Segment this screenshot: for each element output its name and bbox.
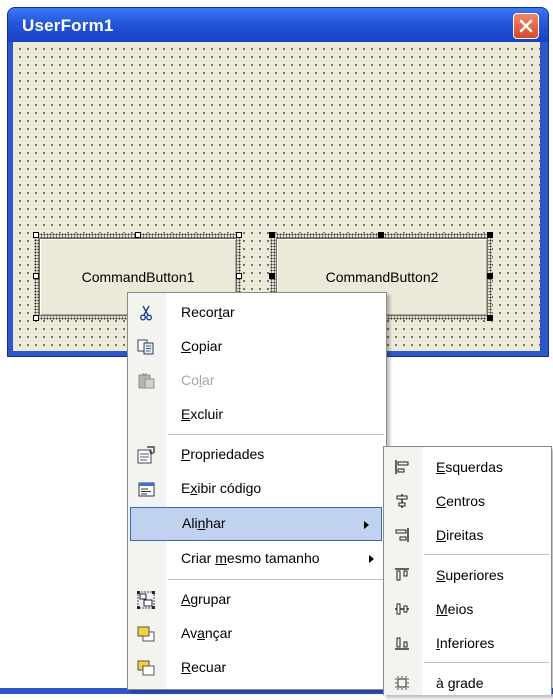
align-lefts-icon — [392, 458, 412, 476]
align-submenu: Esquerdas Centros Direitas Superiores Me… — [383, 446, 552, 695]
menu-item-label: Agrupar — [181, 591, 231, 607]
submenu-item-centers[interactable]: Centros — [384, 484, 551, 518]
menu-item-cut[interactable]: Recortar — [128, 296, 386, 330]
menu-separator — [168, 434, 384, 435]
resize-handle[interactable] — [33, 315, 39, 321]
menu-item-label: Colar — [181, 372, 215, 388]
cut-icon — [137, 304, 155, 322]
menu-item-label: Propriedades — [181, 446, 265, 462]
bring-forward-icon — [137, 625, 155, 643]
send-backward-icon — [137, 659, 155, 677]
menu-item-paste[interactable]: Colar — [128, 364, 386, 398]
align-to-grid-icon — [392, 674, 412, 692]
menu-item-label: Criar mesmo tamanho — [181, 550, 320, 566]
menu-item-label: Recortar — [181, 304, 235, 320]
context-menu: Recortar Copiar Colar Excluir Propriedad… — [127, 292, 387, 690]
submenu-arrow-icon — [369, 555, 374, 563]
group-icon — [137, 591, 155, 609]
submenu-item-label: Inferiores — [436, 635, 495, 651]
menu-item-view-code[interactable]: Exibir código — [128, 472, 386, 506]
resize-handle[interactable] — [487, 232, 493, 238]
submenu-arrow-icon — [364, 521, 369, 529]
menu-item-group[interactable]: Agrupar — [128, 583, 386, 617]
submenu-item-to-grid[interactable]: à grade — [384, 666, 551, 700]
resize-handle[interactable] — [269, 273, 275, 279]
menu-item-label: Avançar — [181, 625, 233, 641]
menu-item-align[interactable]: Alinhar — [130, 507, 382, 541]
submenu-item-label: Direitas — [436, 527, 484, 543]
paste-icon — [137, 372, 155, 390]
resize-handle[interactable] — [236, 273, 242, 279]
menu-separator — [168, 579, 384, 580]
submenu-separator — [424, 662, 549, 663]
submenu-item-middles[interactable]: Meios — [384, 592, 551, 626]
close-icon — [519, 19, 533, 33]
menu-item-make-same-size[interactable]: Criar mesmo tamanho — [128, 542, 386, 576]
submenu-item-label: Meios — [436, 601, 474, 617]
submenu-item-label: Centros — [436, 493, 486, 509]
submenu-item-lefts[interactable]: Esquerdas — [384, 450, 551, 484]
properties-icon — [137, 446, 155, 464]
align-centers-icon — [392, 492, 412, 510]
menu-item-bring-forward[interactable]: Avançar — [128, 617, 386, 651]
align-middles-icon — [392, 600, 412, 618]
resize-handle[interactable] — [236, 232, 242, 238]
resize-handle[interactable] — [33, 232, 39, 238]
submenu-item-label: Esquerdas — [436, 459, 503, 475]
menu-item-label: Recuar — [181, 659, 227, 675]
menu-item-copy[interactable]: Copiar — [128, 330, 386, 364]
menu-item-send-backward[interactable]: Recuar — [128, 651, 386, 685]
submenu-item-bottoms[interactable]: Inferiores — [384, 626, 551, 660]
menu-item-label: Exibir código — [181, 480, 262, 496]
menu-item-label: Copiar — [181, 338, 223, 354]
copy-icon — [137, 338, 155, 356]
resize-handle[interactable] — [487, 273, 493, 279]
command-button-1-label: CommandButton1 — [81, 269, 195, 285]
resize-handle[interactable] — [487, 315, 493, 321]
submenu-item-rights[interactable]: Direitas — [384, 518, 551, 552]
align-tops-icon — [392, 566, 412, 584]
resize-handle[interactable] — [378, 232, 384, 238]
submenu-item-label: Superiores — [436, 567, 504, 583]
menu-item-delete[interactable]: Excluir — [128, 398, 386, 432]
align-bottoms-icon — [392, 634, 412, 652]
menu-item-label: Alinhar — [182, 515, 226, 531]
menu-item-properties[interactable]: Propriedades — [128, 438, 386, 472]
submenu-separator — [424, 554, 549, 555]
resize-handle[interactable] — [33, 273, 39, 279]
window-title: UserForm1 — [22, 16, 114, 35]
resize-handle[interactable] — [135, 232, 141, 238]
submenu-item-label: à grade — [436, 675, 484, 691]
title-bar[interactable]: UserForm1 — [8, 8, 548, 42]
submenu-item-tops[interactable]: Superiores — [384, 558, 551, 592]
menu-item-label: Excluir — [181, 406, 224, 422]
align-rights-icon — [392, 526, 412, 544]
close-button[interactable] — [513, 13, 539, 39]
resize-handle[interactable] — [269, 232, 275, 238]
view-code-icon — [137, 480, 155, 498]
command-button-2-label: CommandButton2 — [325, 269, 439, 285]
